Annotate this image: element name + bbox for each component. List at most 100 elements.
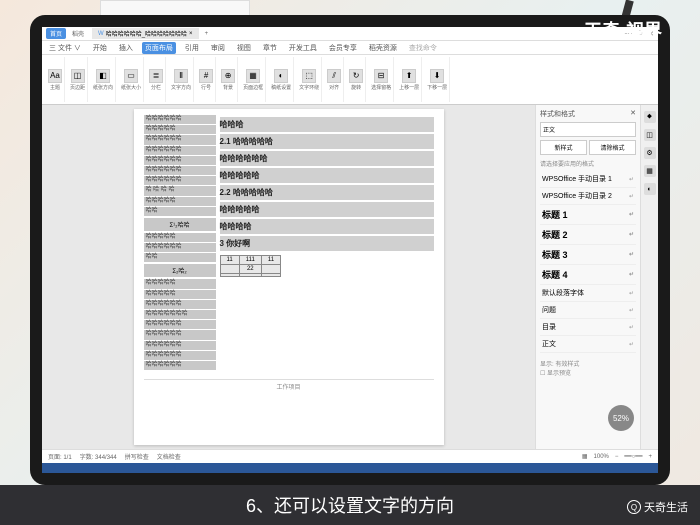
text-block[interactable]: 哈哈哈哈哈哈: [144, 115, 216, 124]
formula[interactable]: Σ¹₂哈哈: [144, 218, 216, 231]
tool-文字方向[interactable]: Ⅱ文字方向: [169, 57, 194, 102]
menu-insert[interactable]: 插入: [116, 42, 136, 54]
text-block[interactable]: 哈哈哈哈哈: [144, 233, 216, 242]
table-cell[interactable]: 111: [239, 256, 261, 265]
text-block[interactable]: 哈哈哈哈哈哈: [144, 320, 216, 329]
style-item[interactable]: WPSOffice 手动目录 1↵: [540, 171, 636, 188]
panel-close-icon[interactable]: ✕: [630, 109, 636, 119]
formula[interactable]: Σ₂哈₂: [144, 264, 216, 277]
zoom-in-icon[interactable]: +: [648, 454, 652, 460]
tool-icon-5[interactable]: ◐: [644, 183, 656, 195]
status-words[interactable]: 字数: 344/344: [80, 452, 117, 461]
tool-背景[interactable]: ⊕背景: [219, 57, 238, 102]
style-item[interactable]: 标题 1↵: [540, 205, 636, 225]
status-doccheck[interactable]: 文档检查: [157, 452, 181, 461]
tab-home[interactable]: 首页: [46, 28, 66, 39]
text-block[interactable]: 哈哈哈哈哈: [144, 197, 216, 206]
tool-分栏[interactable]: ≣分栏: [147, 57, 166, 102]
new-tab-button[interactable]: +: [201, 30, 213, 38]
heading[interactable]: 哈哈哈哈哈: [220, 168, 434, 183]
view-mode-icon[interactable]: ▦: [582, 453, 588, 460]
text-block[interactable]: 哈哈哈哈哈哈: [144, 341, 216, 350]
heading[interactable]: 哈哈哈哈哈: [220, 202, 434, 217]
windows-taskbar[interactable]: [42, 463, 658, 473]
tool-文字环绕[interactable]: ⬚文字环绕: [297, 57, 322, 102]
tool-纸张大小[interactable]: ▭纸张大小: [119, 57, 144, 102]
tool-下移一层[interactable]: ⬇下移一层: [425, 57, 450, 102]
text-block[interactable]: 哈哈哈哈哈哈: [144, 135, 216, 144]
style-item[interactable]: 标题 4↵: [540, 265, 636, 285]
heading[interactable]: 哈哈哈: [220, 117, 434, 132]
text-block[interactable]: 哈哈哈哈哈哈: [144, 361, 216, 370]
tool-行号[interactable]: #行号: [197, 57, 216, 102]
menu-reference[interactable]: 引用: [182, 42, 202, 54]
table-cell[interactable]: [261, 265, 280, 274]
heading[interactable]: 2.1 哈哈哈哈哈: [220, 134, 434, 149]
heading[interactable]: 2.2 哈哈哈哈哈: [220, 185, 434, 200]
tool-纸张方向[interactable]: ◧纸张方向: [91, 57, 116, 102]
status-zoom[interactable]: 100%: [594, 454, 609, 460]
search-commands[interactable]: 查找命令: [406, 42, 440, 54]
table-cell[interactable]: [220, 265, 239, 274]
style-item[interactable]: 目录↵: [540, 319, 636, 336]
tool-页边距[interactable]: ◫页边距: [68, 57, 88, 102]
status-spell[interactable]: 拼写检查: [125, 452, 149, 461]
clear-format-button[interactable]: 清除格式: [589, 140, 636, 155]
menu-chapter[interactable]: 章节: [260, 42, 280, 54]
heading[interactable]: 3 你好啊: [220, 236, 434, 251]
text-block[interactable]: 哈哈哈哈哈哈: [144, 243, 216, 252]
table-cell[interactable]: 22: [239, 265, 261, 274]
tool-icon-2[interactable]: ◫: [644, 129, 656, 141]
zoom-bubble[interactable]: 52%: [608, 405, 634, 431]
menu-vip[interactable]: 会员专享: [326, 42, 360, 54]
style-item[interactable]: 默认段落字体↵: [540, 285, 636, 302]
tool-对齐[interactable]: ⫽对齐: [325, 57, 344, 102]
zoom-out-icon[interactable]: −: [615, 454, 619, 460]
heading[interactable]: 哈哈哈哈: [220, 219, 434, 234]
style-item[interactable]: 正文↵: [540, 336, 636, 353]
tool-主题[interactable]: Aa主题: [46, 57, 65, 102]
table-cell[interactable]: [220, 274, 239, 277]
style-item[interactable]: 问题↵: [540, 302, 636, 319]
menu-dev[interactable]: 开发工具: [286, 42, 320, 54]
tool-页面边框[interactable]: ▦页面边框: [241, 57, 266, 102]
menu-view[interactable]: 视图: [234, 42, 254, 54]
style-item[interactable]: 标题 2↵: [540, 225, 636, 245]
text-block[interactable]: 哈哈哈哈哈哈: [144, 351, 216, 360]
tool-icon-4[interactable]: ▦: [644, 165, 656, 177]
text-block[interactable]: 哈哈: [144, 207, 216, 216]
text-block[interactable]: 哈哈哈哈哈哈: [144, 300, 216, 309]
text-block[interactable]: 哈 哈 哈 哈: [144, 186, 216, 195]
text-block[interactable]: 哈哈哈哈哈: [144, 279, 216, 288]
new-style-button[interactable]: 新样式: [540, 140, 587, 155]
text-block[interactable]: 哈哈哈哈哈: [144, 290, 216, 299]
show-dropdown[interactable]: 显示: 有效样式: [540, 359, 636, 368]
tool-icon-1[interactable]: ⬥: [644, 111, 656, 123]
menu-resources[interactable]: 稻壳资源: [366, 42, 400, 54]
status-page[interactable]: 页面: 1/1: [48, 452, 72, 461]
table-cell[interactable]: 11: [220, 256, 239, 265]
tool-上移一层[interactable]: ⬆上移一层: [397, 57, 422, 102]
text-block[interactable]: 哈哈哈哈哈哈: [144, 330, 216, 339]
text-block[interactable]: 哈哈哈哈哈哈: [144, 146, 216, 155]
style-item[interactable]: 标题 3↵: [540, 245, 636, 265]
tool-选择窗格[interactable]: ⊟选择窗格: [369, 57, 394, 102]
zoom-slider[interactable]: ━━○━━: [624, 453, 642, 460]
tool-旋转[interactable]: ↻旋转: [347, 57, 366, 102]
menu-review[interactable]: 审阅: [208, 42, 228, 54]
document-page[interactable]: 哈哈哈哈哈哈哈哈哈哈哈哈哈哈哈哈哈哈哈哈哈哈哈哈哈哈哈哈哈哈哈哈哈哈哈哈哈哈哈哈…: [134, 109, 444, 445]
menu-page-layout[interactable]: 页面布局: [142, 42, 176, 54]
text-block[interactable]: 哈哈哈哈哈哈: [144, 156, 216, 165]
text-block[interactable]: 哈哈哈哈哈哈哈: [144, 310, 216, 319]
text-block[interactable]: 哈哈: [144, 253, 216, 262]
style-item[interactable]: WPSOffice 手动目录 2↵: [540, 188, 636, 205]
tab-daoke[interactable]: 稻壳: [68, 28, 88, 39]
table-cell[interactable]: [261, 274, 280, 277]
document-tab[interactable]: W哈哈哈哈哈哈_哈哈哈哈哈哈哈×: [92, 28, 199, 39]
text-block[interactable]: 哈哈哈哈哈哈: [144, 166, 216, 175]
document-viewport[interactable]: 哈哈哈哈哈哈哈哈哈哈哈哈哈哈哈哈哈哈哈哈哈哈哈哈哈哈哈哈哈哈哈哈哈哈哈哈哈哈哈哈…: [42, 105, 535, 449]
table-cell[interactable]: [239, 274, 261, 277]
heading[interactable]: 哈哈哈哈哈哈: [220, 151, 434, 166]
table-cell[interactable]: 11: [261, 256, 280, 265]
preview-checkbox[interactable]: ☐ 显示预览: [540, 368, 636, 377]
